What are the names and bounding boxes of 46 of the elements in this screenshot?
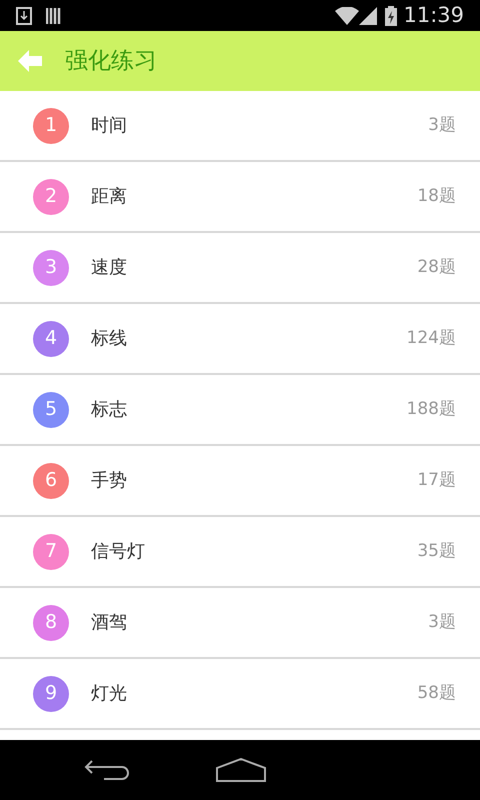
question-count: 28题 [417,256,456,279]
number-badge: 2 [33,178,69,214]
item-label: 距离 [91,185,128,209]
number-badge: 3 [33,250,69,286]
list-item[interactable]: 8 酒驾 3题 [0,588,480,659]
question-count: 3题 [428,114,456,137]
item-label: 标志 [91,398,128,422]
list-item[interactable]: 7 信号灯 35题 [0,517,480,588]
page-title: 强化练习 [65,46,157,76]
battery-icon [385,6,398,26]
question-count: 17题 [417,468,456,492]
question-count: 188题 [406,398,456,421]
barcode-icon [46,8,62,24]
item-label: 信号灯 [91,540,146,564]
list-item[interactable]: 4 标线 124题 [0,304,480,375]
list-item[interactable]: 1 时间 3题 [0,91,480,162]
number-badge: 5 [33,392,69,428]
number-badge: 4 [33,320,69,356]
home-icon[interactable] [216,758,266,782]
item-label: 时间 [91,114,128,138]
signal-icon [359,6,378,24]
list-item[interactable]: 5 标志 188题 [0,375,480,446]
item-label: 手势 [91,469,128,493]
list-item[interactable]: 6 手势 17题 [0,446,480,517]
number-badge: 1 [33,108,69,144]
list-item[interactable]: 3 速度 28题 [0,233,480,304]
question-count: 58题 [417,682,456,705]
item-label: 速度 [91,256,128,280]
question-count: 124题 [406,326,456,350]
back-arrow-icon [18,50,42,72]
question-count: 35题 [417,540,456,563]
question-count: 3题 [428,610,456,634]
list-item[interactable]: 2 距离 18题 [0,162,480,233]
item-label: 标线 [91,327,128,351]
number-badge: 9 [33,676,69,712]
wifi-icon [335,6,360,24]
item-label: 酒驾 [91,611,128,635]
list-item[interactable]: 9 灯光 58题 [0,659,480,730]
back-nav-icon[interactable] [84,758,130,782]
item-label: 灯光 [91,682,128,706]
download-icon [16,6,32,24]
number-badge: 8 [33,604,69,640]
question-count: 18题 [417,184,456,208]
number-badge: 6 [33,462,69,498]
number-badge: 7 [33,534,69,570]
status-time: 11:39 [403,2,464,29]
